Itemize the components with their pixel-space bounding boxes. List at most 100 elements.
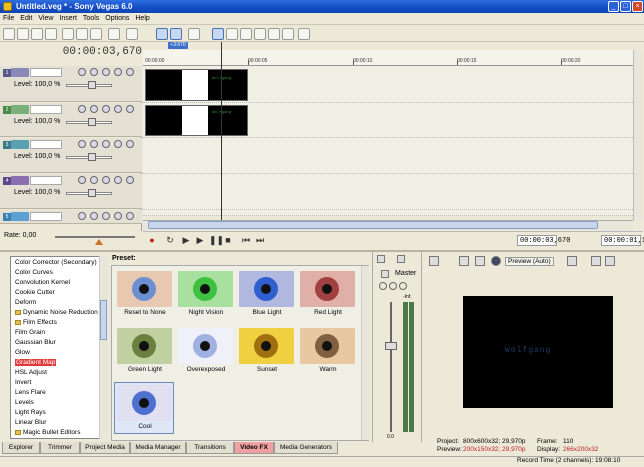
fx-list-item[interactable]: Dynamic Noise Reduction [15,309,98,316]
master-fader-knob[interactable] [385,342,397,350]
timeline-track-row[interactable]: Wolfgang [143,103,633,138]
timeline-track-row[interactable] [143,174,633,210]
tab-media-generators[interactable]: Media Generators [274,442,338,454]
pause-icon[interactable]: ❚❚ [209,235,224,245]
timeline-area[interactable]: Wolfgang Wolfgang [143,66,633,216]
track-fx-icon[interactable] [102,176,110,184]
video-fx-list[interactable]: Color Corrector (Secondary) Color Curves C… [10,256,108,439]
menu-help[interactable]: Help [132,13,152,25]
fx-list-item[interactable]: Film Effects [15,319,57,326]
preset-thumbnail[interactable]: Overexposed [175,325,235,377]
fx-list-item[interactable]: Color Corrector (Secondary) [15,259,97,266]
track-motion-icon[interactable] [90,176,98,184]
go-to-start-icon[interactable]: ⏮ [241,235,251,245]
menu-edit[interactable]: Edit [17,13,35,25]
lock-envelopes-icon[interactable] [170,28,182,40]
video-event[interactable]: Wolfgang [145,69,248,101]
end-time-box[interactable]: 00:00:01,134 [601,235,644,246]
menu-tools[interactable]: Tools [80,13,102,25]
fx-list-item[interactable]: HSL Adjust [15,369,47,376]
open-icon[interactable] [17,28,29,40]
track-name-field[interactable] [30,105,62,114]
go-to-end-icon[interactable]: ⏭ [255,235,265,245]
track-fx-icon[interactable] [102,140,110,148]
current-time-box[interactable]: 00:00:03,670 [517,235,570,246]
fx-list-scroll-thumb[interactable] [100,300,107,340]
master-mute-icon[interactable] [399,282,407,290]
external-monitor-icon[interactable] [459,256,469,266]
track-name-field[interactable] [30,140,62,149]
fx-list-item[interactable]: Film Grain [15,329,45,336]
mixer-insert-icon[interactable] [397,255,405,263]
split-screen-icon[interactable] [491,256,501,266]
track-name-field[interactable] [30,212,62,221]
preset-thumbnail[interactable]: Reset to None [114,268,174,320]
solo-icon[interactable] [126,105,134,113]
auto-crossfade-icon[interactable] [212,28,224,40]
fx-list-item[interactable]: Linear Blur [15,419,46,426]
fx-list-item[interactable]: Color Curves [15,269,53,276]
fx-list-item[interactable]: Light Rays [15,409,46,416]
copy-snapshot-icon[interactable] [591,256,601,266]
mute-icon[interactable] [114,68,122,76]
paste-icon[interactable] [90,28,102,40]
tab-explorer[interactable]: Explorer [2,442,40,454]
track-name-field[interactable] [30,176,62,185]
preset-scrollbar[interactable] [361,266,369,440]
menu-file[interactable]: File [0,13,17,25]
timeline-track-row[interactable] [143,210,633,216]
save-icon[interactable] [31,28,43,40]
selection-edit-icon[interactable] [254,28,266,40]
track-header[interactable]: 5 [0,210,142,224]
scrollbar-thumb[interactable] [148,221,598,229]
track-level-knob[interactable] [88,153,96,161]
preview-properties-icon[interactable] [429,256,439,266]
cut-icon[interactable] [62,28,74,40]
track-level-knob[interactable] [88,81,96,89]
master-fx-chain-icon[interactable] [389,282,397,290]
fx-list-item[interactable]: Deform [15,299,36,306]
track-fx-icon[interactable] [102,68,110,76]
video-event[interactable]: Wolfgang [145,105,248,136]
track-level-knob[interactable] [88,118,96,126]
preset-thumbnail[interactable]: Red Light [297,268,357,320]
close-button[interactable]: × [632,1,643,12]
mute-icon[interactable] [114,212,122,220]
ripple-edit-icon[interactable] [156,28,168,40]
track-header[interactable]: 2 Level: 100,0 % [0,103,142,137]
new-icon[interactable] [3,28,15,40]
save-snapshot-icon[interactable] [605,256,615,266]
fx-list-item[interactable]: Convolution Kernel [15,279,70,286]
tab-media-manager[interactable]: Media Manager [130,442,186,454]
automation-icon[interactable] [78,140,86,148]
track-motion-icon[interactable] [90,105,98,113]
menu-insert[interactable]: Insert [56,13,80,25]
fx-list-item[interactable]: Levels [15,399,34,406]
tab-trimmer[interactable]: Trimmer [40,442,80,454]
tab-project-media[interactable]: Project Media [80,442,130,454]
record-icon[interactable]: ● [147,235,157,245]
video-fx-icon[interactable] [475,256,485,266]
master-automation-icon[interactable] [379,282,387,290]
zoom-edit-icon[interactable] [268,28,280,40]
minimize-button[interactable]: _ [608,1,619,12]
preset-thumbnail[interactable]: Green Light [114,325,174,377]
track-motion-icon[interactable] [90,68,98,76]
automation-icon[interactable] [78,176,86,184]
mute-icon[interactable] [114,140,122,148]
fx-list-item[interactable]: Cookie Cutter [15,289,55,296]
mute-icon[interactable] [114,176,122,184]
fx-list-scrollbar[interactable] [99,256,108,439]
preview-quality-dropdown[interactable]: Preview (Auto) [505,257,554,266]
zoom-tool-icon[interactable] [282,28,294,40]
overlays-icon[interactable] [567,256,577,266]
loop-icon[interactable]: ↻ [165,235,175,245]
fx-list-item[interactable]: Gaussian Blur [15,339,56,346]
track-level-knob[interactable] [88,189,96,197]
solo-icon[interactable] [126,212,134,220]
master-fader-track[interactable] [390,302,392,432]
playhead-cursor[interactable] [221,42,222,220]
envelope-edit-icon[interactable] [240,28,252,40]
rate-knob[interactable] [95,239,103,245]
track-motion-icon[interactable] [90,140,98,148]
